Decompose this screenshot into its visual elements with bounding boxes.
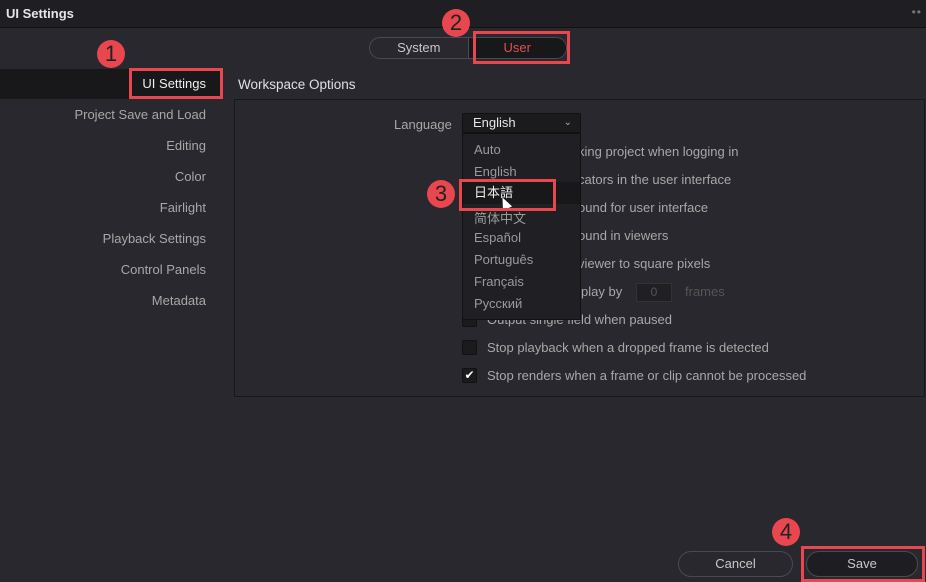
sidebar-item-project-save-load[interactable]: Project Save and Load	[0, 107, 206, 122]
annotation-badge-4: 4	[772, 518, 800, 546]
annotation-box-3	[459, 179, 556, 211]
frames-label: frames	[685, 284, 725, 299]
checkbox-stop-playback[interactable]	[462, 340, 477, 355]
sidebar-item-editing[interactable]: Editing	[0, 138, 206, 153]
language-dropdown-menu: Auto English 日本語 简体中文 Español Português …	[462, 133, 581, 320]
section-title: Workspace Options	[238, 77, 356, 92]
annotation-box-2	[473, 31, 570, 64]
option-text: play by	[581, 284, 623, 299]
annotation-box-1	[129, 68, 223, 99]
sidebar-item-playback-settings[interactable]: Playback Settings	[0, 231, 206, 246]
option-text: Stop playback when a dropped frame is de…	[487, 340, 769, 355]
language-option[interactable]: Español	[474, 230, 521, 245]
sidebar-item-metadata[interactable]: Metadata	[0, 293, 206, 308]
language-option[interactable]: Français	[474, 274, 524, 289]
language-value: English	[473, 115, 516, 130]
option-text: Stop renders when a frame or clip cannot…	[487, 368, 807, 383]
tab-system[interactable]: System	[370, 38, 468, 58]
annotation-badge-3: 3	[427, 180, 455, 208]
option-text: king project when logging in	[578, 144, 739, 159]
language-option[interactable]: Русский	[474, 296, 522, 311]
language-option[interactable]: Português	[474, 252, 533, 267]
annotation-badge-2: 2	[442, 9, 470, 37]
option-text: ound for user interface	[578, 200, 709, 215]
language-option[interactable]: English	[474, 164, 517, 179]
window-title: UI Settings	[6, 6, 74, 21]
option-text: ound in viewers	[578, 228, 669, 243]
checkmark-icon: ✔	[464, 368, 475, 382]
chevron-down-icon: ⌄	[563, 117, 572, 128]
more-dots-icon[interactable]: ••	[912, 5, 922, 19]
cancel-button[interactable]: Cancel	[678, 551, 793, 577]
option-text: cators in the user interface	[578, 172, 732, 187]
sidebar-item-control-panels[interactable]: Control Panels	[0, 262, 206, 277]
delay-frames-input[interactable]: 0	[636, 283, 672, 302]
checkbox-stop-renders[interactable]: ✔	[462, 368, 477, 383]
language-option[interactable]: Auto	[474, 142, 501, 157]
annotation-box-4	[801, 546, 925, 582]
language-select[interactable]: English ⌄	[462, 113, 581, 133]
sidebar-item-color[interactable]: Color	[0, 169, 206, 184]
language-label: Language	[394, 117, 452, 132]
annotation-badge-1: 1	[97, 40, 125, 68]
sidebar-item-fairlight[interactable]: Fairlight	[0, 200, 206, 215]
option-text: viewer to square pixels	[578, 256, 711, 271]
